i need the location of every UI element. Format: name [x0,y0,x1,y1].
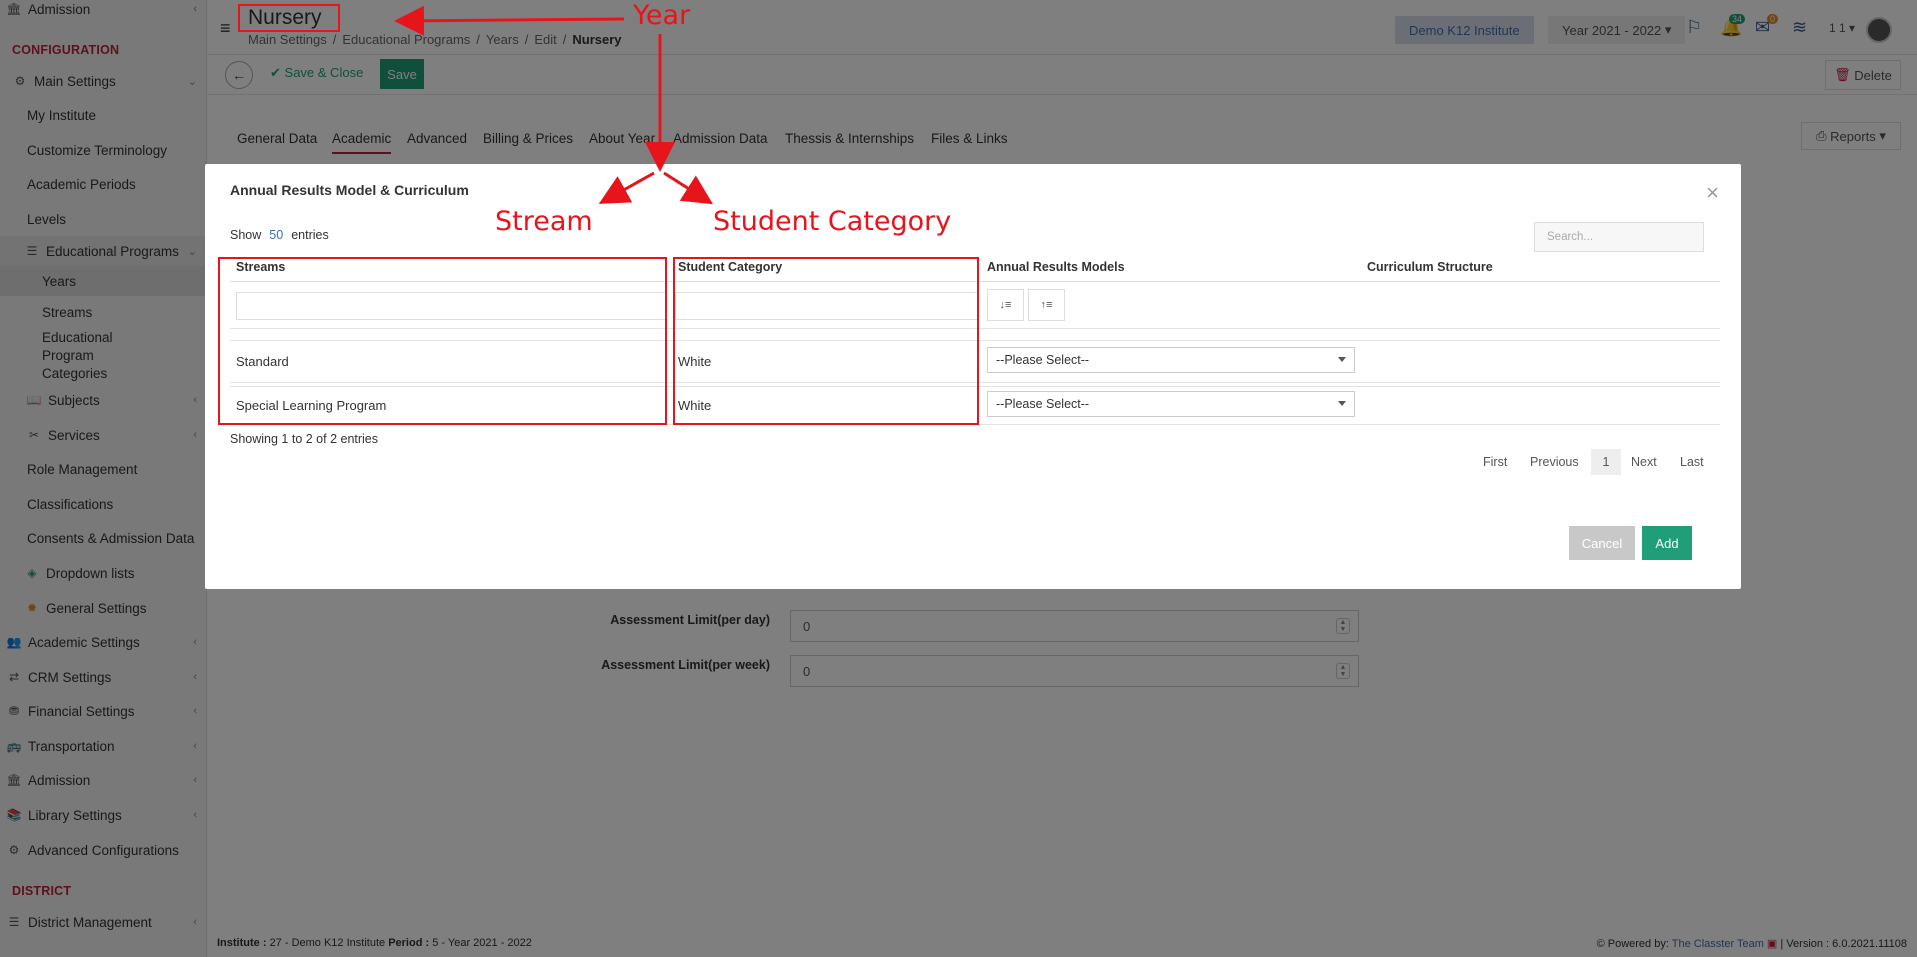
column-header-curriculum-structure[interactable]: Curriculum Structure [1367,260,1493,274]
annotation-student-category-label: Student Category [713,206,952,237]
annotation-stream-label: Stream [495,206,593,237]
pager-page-1[interactable]: 1 [1591,449,1621,475]
pager-last[interactable]: Last [1680,449,1704,475]
annotation-year-label: Year [633,0,691,31]
annual-results-model-select[interactable]: --Please Select-- [987,391,1355,417]
show-entries: Show 50 entries [230,228,329,242]
add-button[interactable]: Add [1642,526,1692,560]
annotation-box-stream [218,257,667,425]
cancel-button[interactable]: Cancel [1569,526,1635,560]
sort-ascending-button[interactable]: ↓≡ [987,289,1024,321]
column-header-annual-results-models[interactable]: Annual Results Models [987,260,1125,274]
caret-down-icon [1338,357,1346,362]
sort-up-icon: ↑≡ [1040,299,1053,311]
sort-descending-button[interactable]: ↑≡ [1028,289,1065,321]
close-icon[interactable]: × [1706,180,1719,206]
annual-results-model-select[interactable]: --Please Select-- [987,347,1355,373]
table-info: Showing 1 to 2 of 2 entries [230,432,379,446]
annotation-box-year [238,4,340,32]
search-input[interactable]: Search... [1534,222,1704,252]
annotation-box-student-category [673,257,979,425]
entries-length-select[interactable]: 50 [269,228,283,242]
sort-down-icon: ↓≡ [999,299,1012,311]
pager-next[interactable]: Next [1631,449,1657,475]
pager-previous[interactable]: Previous [1530,449,1579,475]
caret-down-icon [1338,401,1346,406]
modal-title: Annual Results Model & Curriculum [230,182,469,198]
pager-first[interactable]: First [1483,449,1507,475]
